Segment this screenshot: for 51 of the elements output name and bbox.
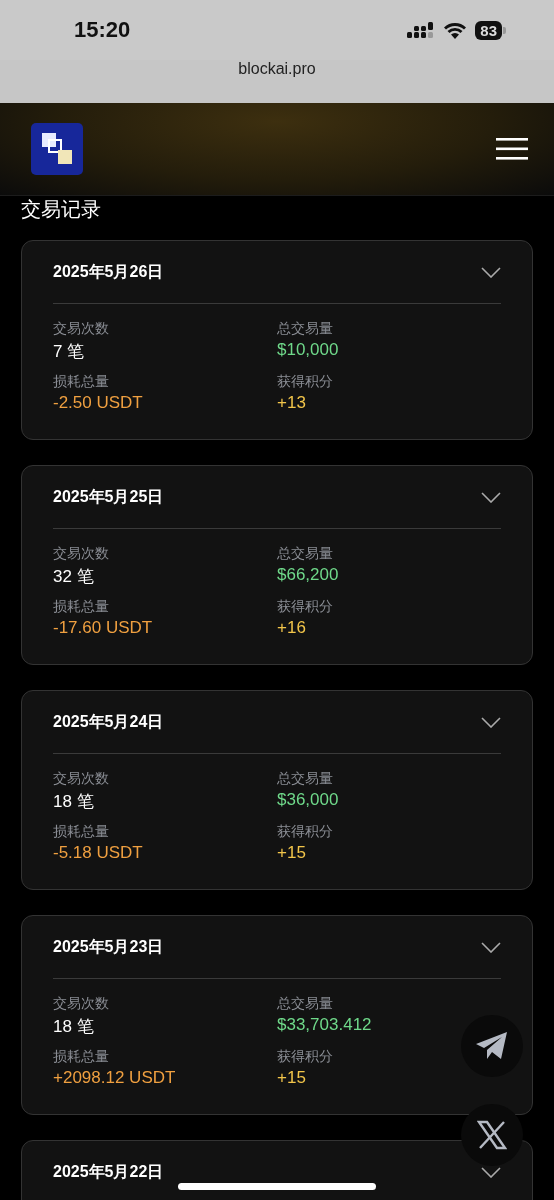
stat-label: 总交易量 bbox=[277, 770, 334, 788]
stat-value: $36,000 bbox=[277, 790, 340, 810]
signal-icon bbox=[407, 22, 436, 38]
url-text[interactable]: blockai.pro bbox=[238, 60, 316, 78]
stat-label: 交易次数 bbox=[53, 995, 110, 1013]
stat-label: 损耗总量 bbox=[53, 373, 110, 391]
stat-value: +15 bbox=[277, 1068, 307, 1088]
record-date: 2025年5月22日 bbox=[53, 1161, 164, 1182]
stat-value: $33,703.412 bbox=[277, 1015, 373, 1035]
wifi-icon bbox=[443, 21, 468, 39]
stat-value: 32 笔 bbox=[53, 566, 95, 588]
stat-label: 交易次数 bbox=[53, 320, 110, 338]
stat-value: 18 笔 bbox=[53, 1016, 95, 1038]
chevron-down-icon[interactable] bbox=[481, 941, 501, 953]
paper-plane-icon bbox=[475, 1031, 509, 1061]
stat-label: 获得积分 bbox=[277, 373, 334, 391]
chevron-down-icon[interactable] bbox=[481, 491, 501, 503]
x-letter-icon bbox=[477, 1120, 507, 1150]
stat-label: 获得积分 bbox=[277, 598, 334, 616]
chevron-down-icon[interactable] bbox=[481, 266, 501, 278]
logo-icon[interactable] bbox=[31, 123, 83, 175]
stat-value: +15 bbox=[277, 843, 307, 863]
stat-label: 获得积分 bbox=[277, 1048, 334, 1066]
stat-value: $10,000 bbox=[277, 340, 340, 360]
stat-value: +2098.12 USDT bbox=[53, 1068, 177, 1088]
stat-label: 交易次数 bbox=[53, 545, 110, 563]
stat-label: 获得积分 bbox=[277, 823, 334, 841]
stat-value: 7 笔 bbox=[53, 341, 86, 363]
stat-label: 总交易量 bbox=[277, 995, 334, 1013]
chevron-down-icon[interactable] bbox=[481, 716, 501, 728]
chevron-down-icon[interactable] bbox=[481, 1166, 501, 1178]
stat-label: 总交易量 bbox=[277, 545, 334, 563]
stat-value: +16 bbox=[277, 618, 307, 638]
menu-icon[interactable] bbox=[496, 138, 528, 160]
record-date: 2025年5月24日 bbox=[53, 711, 164, 732]
stat-value: -2.50 USDT bbox=[53, 393, 144, 413]
stat-value: +13 bbox=[277, 393, 307, 413]
stat-value: -5.18 USDT bbox=[53, 843, 144, 863]
stat-label: 总交易量 bbox=[277, 320, 334, 338]
page-title: 交易记录 bbox=[20, 197, 102, 222]
stat-label: 交易次数 bbox=[53, 770, 110, 788]
stat-value: 18 笔 bbox=[53, 791, 95, 813]
stat-label: 损耗总量 bbox=[53, 1048, 110, 1066]
record-date: 2025年5月26日 bbox=[53, 261, 164, 282]
stat-label: 损耗总量 bbox=[53, 823, 110, 841]
status-time: 15:20 bbox=[74, 17, 131, 43]
stat-label: 损耗总量 bbox=[53, 598, 110, 616]
stat-value: -17.60 USDT bbox=[53, 618, 154, 638]
record-date: 2025年5月25日 bbox=[53, 486, 164, 507]
stat-value: $66,200 bbox=[277, 565, 340, 585]
record-date: 2025年5月23日 bbox=[53, 936, 164, 957]
